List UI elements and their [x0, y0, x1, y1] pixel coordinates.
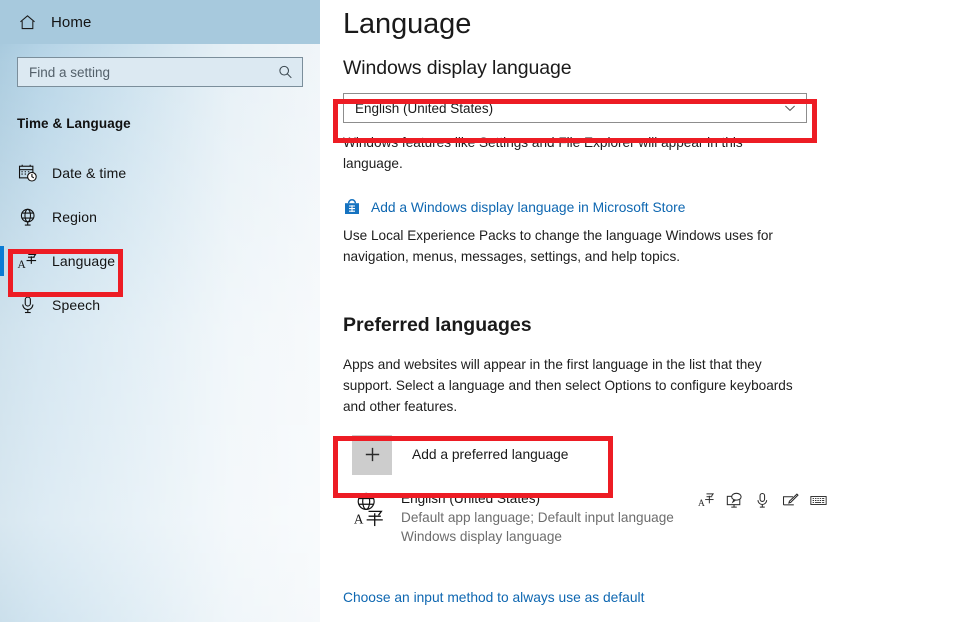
sidebar-group-title: Time & Language — [17, 116, 131, 131]
language-feature-icons: A — [698, 492, 827, 509]
svg-text:A: A — [17, 259, 26, 271]
microsoft-store-link[interactable]: Add a Windows display language in Micros… — [371, 200, 685, 215]
microsoft-store-icon — [343, 198, 361, 216]
speech-icon — [754, 492, 771, 509]
keyboard-icon — [810, 492, 827, 509]
preferred-languages-description: Apps and websites will appear in the fir… — [343, 357, 793, 414]
language-item-sub1: Default app language; Default input lang… — [401, 510, 674, 525]
microsoft-store-link-row[interactable]: Add a Windows display language in Micros… — [343, 198, 960, 216]
svg-text:A: A — [354, 512, 364, 527]
search-input[interactable] — [18, 58, 302, 86]
display-language-selected-value: English (United States) — [355, 100, 494, 116]
display-language-icon — [726, 492, 743, 509]
page-title: Language — [343, 8, 472, 40]
sidebar-item-label: Date & time — [52, 165, 127, 181]
microphone-icon — [17, 295, 38, 316]
windows-display-language-heading: Windows display language — [343, 57, 572, 79]
language-item-sub2: Windows display language — [401, 529, 562, 544]
sidebar-home-label: Home — [51, 13, 92, 31]
sidebar-item-label: Language — [52, 253, 116, 269]
settings-window: Home Time & Language — [0, 0, 960, 622]
sidebar-item-label: Region — [52, 209, 97, 225]
local-experience-packs-description: Use Local Experience Packs to change the… — [343, 228, 773, 264]
globe-language-icon: A — [353, 491, 386, 527]
plus-icon — [352, 434, 392, 475]
svg-text:A: A — [698, 499, 705, 509]
language-pack-icon: A — [698, 492, 715, 509]
chevron-down-icon — [783, 101, 797, 115]
settings-content: Language Windows display language Englis… — [320, 0, 960, 622]
preferred-languages-heading: Preferred languages — [343, 314, 532, 336]
display-language-dropdown[interactable]: English (United States) — [343, 93, 807, 123]
handwriting-icon — [782, 492, 799, 509]
home-icon — [17, 12, 37, 32]
language-list-item[interactable]: A English (United States) Default app la… — [343, 489, 827, 546]
sidebar-home-button[interactable]: Home — [0, 0, 320, 44]
sidebar-item-language[interactable]: A Language — [0, 239, 320, 283]
sidebar-item-date-time[interactable]: Date & time — [0, 151, 320, 195]
calendar-clock-icon — [17, 163, 38, 184]
sidebar-item-speech[interactable]: Speech — [0, 283, 320, 327]
sidebar-nav-list: Date & time Region A Language Speech — [0, 151, 320, 327]
sidebar-search-wrap — [17, 57, 303, 87]
sidebar-item-region[interactable]: Region — [0, 195, 320, 239]
globe-icon — [17, 207, 38, 228]
add-preferred-language-button[interactable]: Add a preferred language — [343, 431, 605, 478]
choose-input-method-link[interactable]: Choose an input method to always use as … — [343, 590, 644, 605]
language-icon: A — [17, 251, 38, 272]
search-box[interactable] — [17, 57, 303, 87]
add-preferred-language-label: Add a preferred language — [412, 447, 569, 462]
settings-sidebar: Home Time & Language — [0, 0, 320, 622]
sidebar-item-label: Speech — [52, 297, 101, 313]
display-language-description: Windows features like Settings and File … — [343, 135, 743, 171]
input-method-link-row: Choose an input method to always use as … — [343, 589, 960, 607]
